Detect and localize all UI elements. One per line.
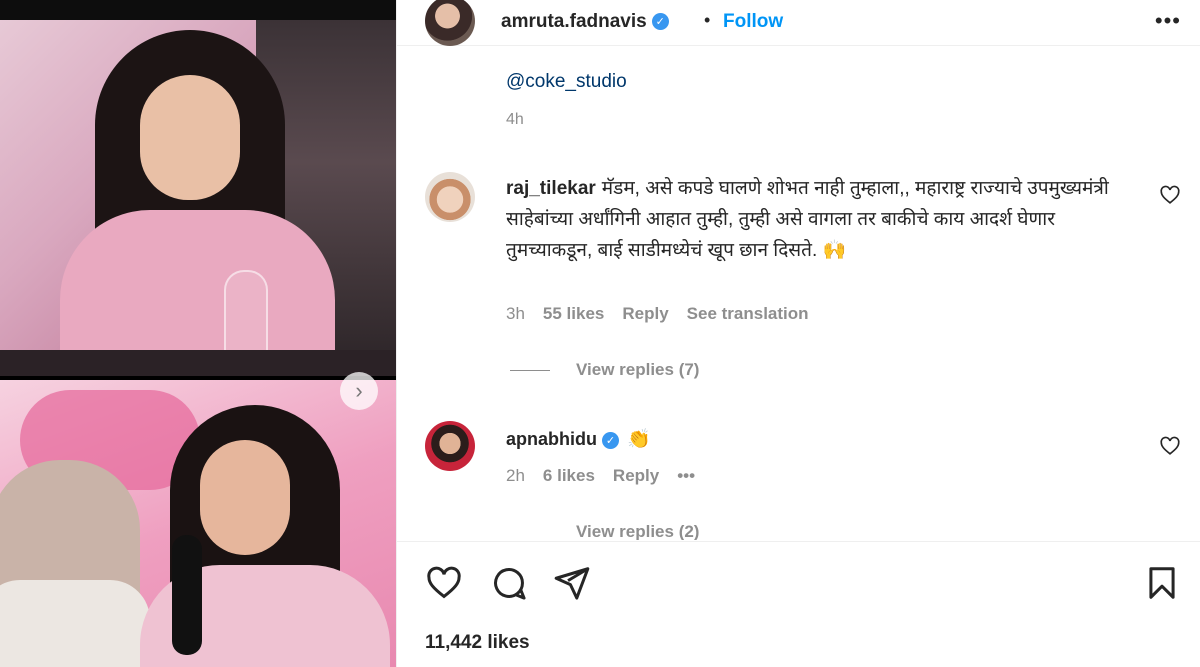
commenter-avatar[interactable] [425, 172, 475, 222]
author-username-text[interactable]: amruta.fadnavis [501, 11, 647, 32]
comment-reply-button[interactable]: Reply [613, 466, 659, 486]
photo-figure-face [140, 75, 240, 200]
commenter-username[interactable]: apnabhidu [506, 429, 597, 449]
comment-like-heart-icon[interactable] [1159, 184, 1181, 206]
comment-time[interactable]: 3h [506, 304, 525, 324]
view-replies-button[interactable]: View replies (2) [510, 522, 699, 540]
comment-text: 👏 [627, 429, 651, 450]
comment-reply-button[interactable]: Reply [622, 304, 668, 324]
follow-button[interactable]: Follow [723, 11, 783, 33]
photo-microphone [172, 535, 202, 655]
post-media-carousel[interactable]: › [0, 0, 396, 667]
comment-meta: 2h 6 likes Reply ••• [506, 466, 695, 486]
photo-table [0, 350, 396, 376]
chevron-right-icon: › [355, 378, 363, 403]
caption-mention-link[interactable]: @coke_studio [506, 71, 627, 93]
share-icon[interactable] [553, 564, 591, 602]
comment-likes[interactable]: 6 likes [543, 466, 595, 486]
comment-like-heart-icon[interactable] [1159, 435, 1181, 457]
view-replies-button[interactable]: View replies (7) [510, 360, 699, 380]
see-translation-button[interactable]: See translation [687, 304, 809, 324]
photo-man-shirt [0, 580, 150, 667]
comments-list[interactable]: @coke_studio 4h raj_tilekar मॅडम, असे कपड… [397, 47, 1200, 540]
bookmark-icon[interactable] [1143, 564, 1181, 602]
comment-icon[interactable] [490, 564, 528, 602]
post-actions-bar: 11,442 likes [397, 541, 1200, 667]
post-likes-count[interactable]: 11,442 likes [425, 632, 530, 654]
heart-icon[interactable] [425, 564, 463, 602]
verified-badge-icon: ✓ [651, 13, 669, 31]
view-replies-label: View replies (7) [576, 360, 700, 379]
comment-text: मॅडम, असे कपडे घालणे शोभत नाही तुम्हाला,… [506, 178, 1109, 261]
caption-timestamp[interactable]: 4h [506, 111, 524, 129]
post-photo-2 [0, 380, 396, 667]
header-separator: • [704, 10, 711, 30]
comment-time[interactable]: 2h [506, 466, 525, 486]
view-replies-label: View replies (2) [576, 522, 700, 540]
author-avatar[interactable] [425, 0, 475, 46]
comment-header: apnabhidu ✓ 👏 [506, 427, 651, 451]
commenter-username[interactable]: raj_tilekar [506, 178, 596, 199]
post-header: amruta.fadnavis ✓ • Follow ••• [397, 0, 1200, 46]
post-sidebar: amruta.fadnavis ✓ • Follow ••• @coke_stud… [396, 0, 1200, 667]
carousel-next-button[interactable]: › [340, 372, 378, 410]
photo-figure-face [200, 440, 290, 555]
commenter-avatar[interactable] [425, 421, 475, 471]
comment-meta: 3h 55 likes Reply See translation [506, 304, 809, 324]
post-photo-1 [0, 20, 396, 376]
more-options-icon[interactable]: ••• [677, 466, 695, 486]
replies-divider-line [510, 369, 550, 371]
comment-body: raj_tilekar मॅडम, असे कपडे घालणे शोभत नाह… [506, 173, 1146, 266]
verified-badge-icon: ✓ [602, 431, 619, 449]
author-username[interactable]: amruta.fadnavis ✓ [501, 11, 669, 33]
comment-likes[interactable]: 55 likes [543, 304, 604, 324]
media-top-bar [0, 0, 396, 20]
more-options-icon[interactable]: ••• [1155, 8, 1181, 34]
